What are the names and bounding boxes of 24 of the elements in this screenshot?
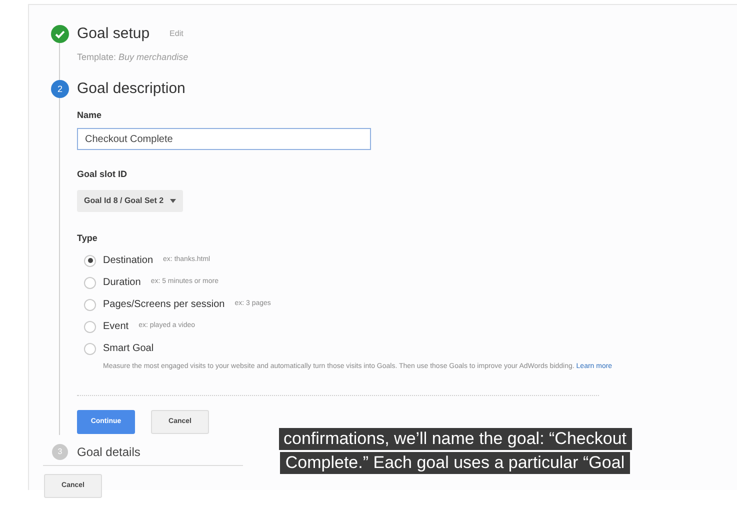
step-title: Goal details: [77, 444, 140, 461]
caption-text: Complete.” Each goal uses a particular “Goal: [280, 452, 630, 474]
step-title: Goal description: [77, 79, 186, 99]
radio-button[interactable]: [84, 276, 96, 288]
caret-icon: [170, 198, 176, 202]
check-icon: [51, 25, 69, 44]
caption-text: confirmations, we’ll name the goal: “Checkout: [278, 428, 632, 450]
field-label: Goal slot ID: [77, 168, 128, 181]
field-label: Name: [77, 108, 103, 122]
option-label: Destination: [103, 254, 154, 268]
option-label: Pages/Screens per session: [103, 298, 225, 312]
option-label: Duration: [103, 276, 141, 290]
radio-button[interactable]: [84, 320, 96, 332]
radio-button[interactable]: [84, 254, 96, 266]
template-text: Template: Buy merchandise: [77, 50, 190, 64]
field-label: Type: [77, 232, 98, 245]
option-label: Event: [103, 320, 129, 334]
name-field[interactable]: Checkout Complete: [77, 128, 371, 150]
goal-slot-dropdown[interactable]: Goal Id 8 / Goal Set 2: [77, 190, 183, 212]
option-label: Smart Goal: [103, 342, 154, 356]
radio-button[interactable]: [84, 298, 96, 310]
radio-button[interactable]: [84, 342, 96, 354]
step-number: 2: [51, 80, 69, 98]
step-title: Goal setup: [77, 24, 150, 44]
